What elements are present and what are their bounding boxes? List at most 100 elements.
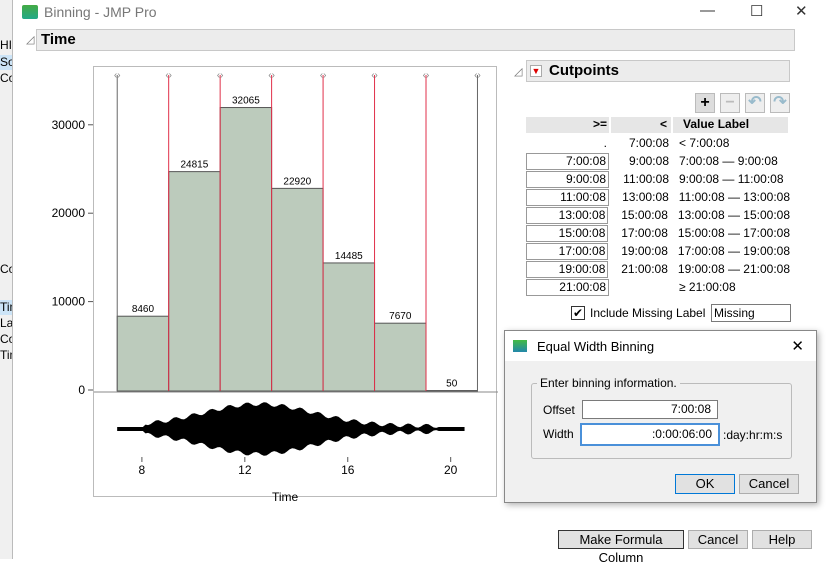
width-label: Width [543,427,574,441]
cutpoint-handle-icon[interactable]: ‹› [114,70,121,81]
minimize-button[interactable]: — [700,2,715,19]
cutpoint-ge-cell[interactable]: 7:00:08 [526,153,609,170]
cutpoint-row: 11:00:0813:00:0811:00:08 — 13:00:08 [526,188,790,206]
bg-item: Tim [0,348,12,363]
cutpoint-lt-cell: 15:00:08 [608,208,668,222]
cutpoint-ge-cell[interactable]: 13:00:08 [526,207,608,224]
add-cutpoint-button[interactable]: + [695,93,715,113]
col-header-value-label: Value Label [673,117,788,133]
binning-info-group [531,383,792,459]
cutpoint-handle-icon[interactable]: ‹› [423,70,430,81]
cutpoint-lt-cell: 21:00:08 [608,262,668,276]
help-button[interactable]: Help [752,530,812,549]
cutpoint-lt-cell: 17:00:08 [608,226,668,240]
cutpoint-row: 7:00:089:00:087:00:08 — 9:00:08 [526,152,790,170]
y-tick-label: 0 [78,383,85,397]
value-label-cell: 17:00:08 — 19:00:08 [668,244,790,258]
cutpoints-header: Cutpoints [526,60,790,82]
undo-button[interactable]: ↶ [745,93,765,113]
include-missing-label: Include Missing Label [590,306,705,320]
cutpoint-lt-cell: 9:00:08 [609,154,669,168]
x-tick-label: 8 [139,463,146,477]
x-axis-label: Time [272,490,298,504]
close-button[interactable]: ✕ [795,2,808,20]
y-tick-label: 20000 [52,206,86,220]
red-triangle-menu-icon[interactable]: ▼ [530,65,542,77]
value-label-cell: ≥ 21:00:08 [669,280,736,294]
y-tick-label: 10000 [52,295,86,309]
missing-label-input[interactable]: Missing [711,304,791,322]
value-label-cell: 7:00:08 — 9:00:08 [669,154,778,168]
cutpoint-row: 17:00:0819:00:0817:00:08 — 19:00:08 [526,242,790,260]
cutpoint-row: .7:00:08< 7:00:08 [526,134,790,152]
background-app: HIST Sou Co Colu Tim Lab Cou Tim [0,0,13,559]
bg-item: Cou [0,332,12,347]
value-label-cell: 19:00:08 — 21:00:08 [668,262,790,276]
cutpoint-ge-cell[interactable]: 21:00:08 [526,279,609,296]
cutpoint-ge-cell[interactable]: 19:00:08 [526,261,608,278]
value-label-cell: 11:00:08 — 13:00:08 [669,190,790,204]
window-title: Binning - JMP Pro [44,4,157,20]
dialog-close-button[interactable]: ✕ [791,337,804,355]
make-formula-column-button[interactable]: Make Formula Column [558,530,684,549]
cutpoint-row: 15:00:0817:00:0815:00:08 — 17:00:08 [526,224,790,242]
cutpoints-table: >= < Value Label .7:00:08< 7:00:087:00:0… [526,116,790,296]
y-tick-label: 30000 [52,118,86,132]
group-label: Enter binning information. [537,376,680,390]
bg-item: Lab [0,316,12,331]
col-header-lt: < [611,117,671,133]
width-unit-label: :day:hr:m:s [723,428,782,442]
jmp-app-icon [22,5,38,19]
cutpoint-handle-icon[interactable]: ‹› [217,70,224,81]
cutpoint-row: 21:00:08 ≥ 21:00:08 [526,278,790,296]
x-tick-label: 16 [341,463,355,477]
value-label-cell: < 7:00:08 [669,136,729,150]
cutpoint-lt-cell: 11:00:08 [609,172,669,186]
cutpoint-row: 19:00:0821:00:0819:00:08 — 21:00:08 [526,260,790,278]
cutpoint-lt-cell: 19:00:08 [608,244,668,258]
cancel-button[interactable]: Cancel [688,530,748,549]
bg-item: Tim [0,300,12,315]
cutpoint-handle-icon[interactable]: ‹› [268,70,275,81]
bg-item: HIST [0,38,12,53]
cutpoint-handle-icon[interactable]: ‹› [371,70,378,81]
cutpoint-lt-cell: 7:00:08 [609,136,669,150]
cutpoint-ge-cell[interactable]: 17:00:08 [526,243,608,260]
x-tick-label: 12 [238,463,252,477]
value-label-cell: 15:00:08 — 17:00:08 [668,226,790,240]
dialog-app-icon [513,340,527,352]
cutpoint-lt-cell: 13:00:08 [609,190,669,204]
value-label-cell: 9:00:08 — 11:00:08 [669,172,784,186]
cutpoint-handle-icon[interactable]: ‹› [165,70,172,81]
redo-button[interactable]: ↷ [770,93,790,113]
chart-axes: 0 10000 20000 30000 8 12 16 20 [40,100,500,515]
dialog-title-bar: Equal Width Binning ✕ [505,331,816,361]
col-header-ge: >= [526,117,609,133]
maximize-button[interactable]: ☐ [750,2,763,20]
equal-width-binning-dialog: Equal Width Binning ✕ Enter binning info… [504,330,817,503]
x-tick-label: 20 [444,463,458,477]
cutpoint-handle-icon[interactable]: ‹› [474,70,481,81]
offset-input[interactable]: 7:00:08 [582,400,718,419]
dialog-ok-button[interactable]: OK [675,474,735,494]
bg-item: Colu [0,262,12,277]
cutpoint-ge-cell: . [526,136,609,150]
bg-item: Sou [0,55,12,70]
cutpoint-handle-icon[interactable]: ‹› [320,70,327,81]
cutpoint-row: 9:00:0811:00:089:00:08 — 11:00:08 [526,170,790,188]
width-input[interactable]: :0:00:06:00 [580,423,720,446]
value-label-cell: 13:00:08 — 15:00:08 [668,208,790,222]
dialog-title: Equal Width Binning [537,339,654,354]
disclosure-icon[interactable]: ◿ [514,65,522,78]
offset-label: Offset [543,403,575,417]
cutpoint-ge-cell[interactable]: 9:00:08 [526,171,609,188]
remove-cutpoint-button[interactable]: − [720,93,740,113]
section-header-time[interactable]: Time [36,29,795,51]
cutpoint-ge-cell[interactable]: 11:00:08 [526,189,609,206]
cutpoint-ge-cell[interactable]: 15:00:08 [526,225,608,242]
dialog-cancel-button[interactable]: Cancel [739,474,799,494]
disclosure-icon[interactable]: ◿ [26,33,34,46]
bg-item: Co [0,71,12,86]
cutpoint-row: 13:00:0815:00:0813:00:08 — 15:00:08 [526,206,790,224]
include-missing-checkbox[interactable]: ✔ [571,306,585,320]
